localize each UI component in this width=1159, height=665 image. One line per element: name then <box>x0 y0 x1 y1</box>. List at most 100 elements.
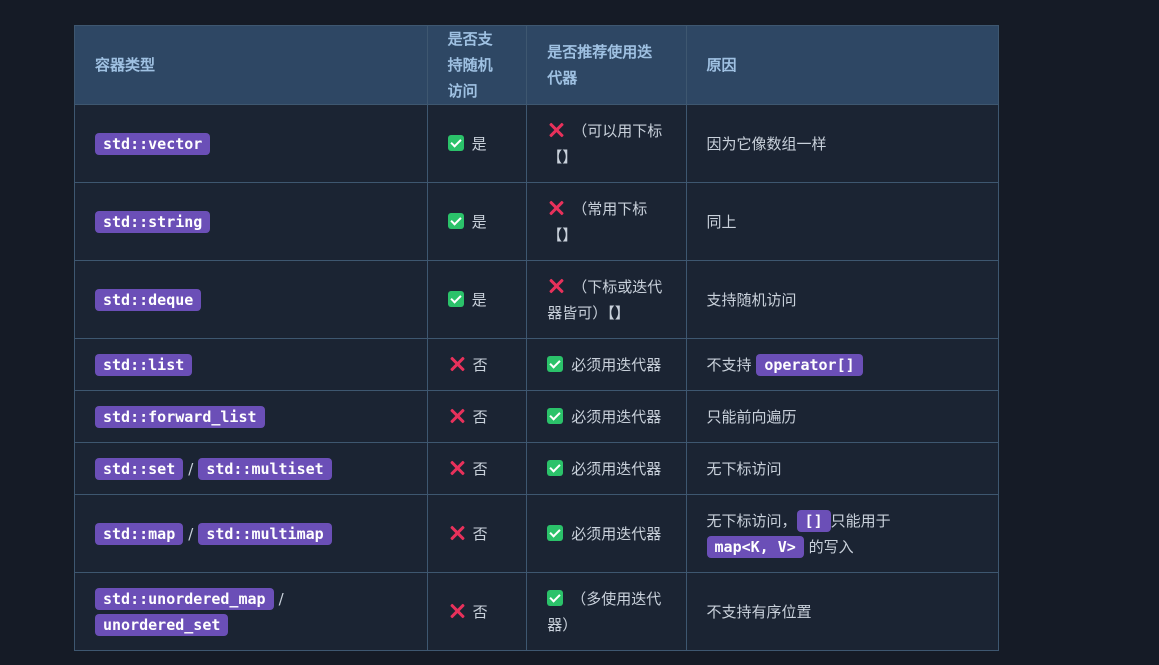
header-iterator-recommended: 是否推荐使用迭代器 <box>526 25 687 105</box>
reason-text: 不支持 <box>706 355 752 374</box>
code-operator: operator[] <box>756 354 863 376</box>
cell-reason: 因为它像数组一样 <box>685 104 1000 183</box>
code-container-name: std::deque <box>95 289 202 311</box>
cell-container-type: std::deque <box>74 260 428 339</box>
code-container-name: std::list <box>95 354 193 376</box>
table-row: std::string 是 （常用下标【】 同上 <box>74 182 1000 261</box>
cell-reason: 不支持有序位置 <box>685 572 1000 651</box>
cell-reason: 同上 <box>685 182 1000 261</box>
reason-text: 支持随机访问 <box>706 290 797 309</box>
cell-container-type: std::vector <box>74 104 428 183</box>
separator: / <box>188 459 194 478</box>
cell-iterator: 必须用迭代器 <box>526 390 687 443</box>
iterator-value: 必须用迭代器 <box>571 524 662 543</box>
reason-text: 无下标访问， <box>706 511 797 530</box>
random-access-value: 是 <box>471 134 487 153</box>
code-container-name: std::multimap <box>198 523 332 545</box>
check-box-icon <box>547 590 564 606</box>
iterator-value: 必须用迭代器 <box>571 355 662 374</box>
cell-random-access: 是 <box>426 260 528 339</box>
code-container-name: std::string <box>95 211 211 233</box>
cell-iterator: 必须用迭代器 <box>526 442 687 495</box>
cross-icon <box>448 524 466 542</box>
cross-icon <box>547 121 565 139</box>
iterator-value: （多使用迭代器） <box>547 589 662 634</box>
cell-random-access: 否 <box>426 338 528 391</box>
cell-iterator: （可以用下标【】 <box>526 104 687 183</box>
cross-icon <box>547 277 565 295</box>
cell-container-type: std::unordered_map /unordered_set <box>74 572 428 651</box>
check-box-icon <box>547 525 564 541</box>
cell-iterator: （下标或迭代器皆可）【】 <box>526 260 687 339</box>
code-map-type: map<K, V> <box>706 536 804 558</box>
table-row: std::list 否 必须用迭代器 不支持 operator[] <box>74 338 1000 391</box>
reason-text-post: 的写入 <box>808 537 854 556</box>
cell-random-access: 否 <box>426 572 528 651</box>
random-access-value: 是 <box>471 290 487 309</box>
iterator-value: 必须用迭代器 <box>571 459 662 478</box>
cell-reason: 不支持 operator[] <box>685 338 1000 391</box>
check-box-icon <box>547 460 564 476</box>
cell-container-type: std::set / std::multiset <box>74 442 428 495</box>
cell-container-type: std::forward_list <box>74 390 428 443</box>
check-box-icon <box>547 356 564 372</box>
random-access-value: 否 <box>472 459 488 478</box>
cell-reason: 无下标访问 <box>685 442 1000 495</box>
table-row: std::set / std::multiset 否 必须用迭代器 无下标访问 <box>74 442 1000 495</box>
separator: / <box>188 524 194 543</box>
code-container-name: std::map <box>95 523 184 545</box>
check-box-icon <box>447 213 464 229</box>
cross-icon <box>448 459 466 477</box>
random-access-value: 是 <box>471 212 487 231</box>
cell-reason: 支持随机访问 <box>685 260 1000 339</box>
random-access-value: 否 <box>472 524 488 543</box>
random-access-value: 否 <box>472 355 488 374</box>
code-container-name: unordered_set <box>95 614 229 636</box>
reason-text: 因为它像数组一样 <box>706 134 827 153</box>
code-container-name: std::multiset <box>198 458 332 480</box>
cell-iterator: （常用下标【】 <box>526 182 687 261</box>
table-header-row: 容器类型 是否支持随机访问 是否推荐使用迭代器 原因 <box>74 25 1000 105</box>
cell-container-type: std::string <box>74 182 428 261</box>
reason-text: 同上 <box>706 212 737 231</box>
cell-reason: 只能前向遍历 <box>685 390 1000 443</box>
reason-text: 只能前向遍历 <box>706 407 797 426</box>
cell-random-access: 否 <box>426 390 528 443</box>
cell-iterator: 必须用迭代器 <box>526 338 687 391</box>
reason-text: 无下标访问 <box>706 459 782 478</box>
table-row: std::vector 是 （可以用下标【】 因为它像数组一样 <box>74 104 1000 183</box>
cross-icon <box>448 602 466 620</box>
random-access-value: 否 <box>472 407 488 426</box>
table-row: std::forward_list 否 必须用迭代器 只能前向遍历 <box>74 390 1000 443</box>
cross-icon <box>448 407 466 425</box>
cell-reason: 无下标访问，[] 只能用于 map<K, V> 的写入 <box>685 494 1000 573</box>
code-container-name: std::forward_list <box>95 406 265 428</box>
cell-iterator: 必须用迭代器 <box>526 494 687 573</box>
header-random-access: 是否支持随机访问 <box>426 25 528 105</box>
code-container-name: std::vector <box>95 133 211 155</box>
check-box-icon <box>447 135 464 151</box>
iterator-value: 必须用迭代器 <box>571 407 662 426</box>
table-row: std::deque 是 （下标或迭代器皆可）【】 支持随机访问 <box>74 260 1000 339</box>
cross-icon <box>448 355 466 373</box>
cell-iterator: （多使用迭代器） <box>526 572 687 651</box>
cell-random-access: 是 <box>426 104 528 183</box>
table-row: std::map / std::multimap 否 必须用迭代器 无下标访问，[]… <box>74 494 1000 573</box>
cell-random-access: 是 <box>426 182 528 261</box>
header-container-type: 容器类型 <box>74 25 428 105</box>
check-box-icon <box>547 408 564 424</box>
cell-random-access: 否 <box>426 442 528 495</box>
code-subscript: [] <box>796 510 831 532</box>
reason-text-mid: 只能用于 <box>830 511 891 530</box>
cross-icon <box>547 199 565 217</box>
code-container-name: std::set <box>95 458 184 480</box>
header-reason: 原因 <box>685 25 1000 105</box>
reason-text: 不支持有序位置 <box>706 602 812 621</box>
table-row: std::unordered_map /unordered_set 否 （多使用迭… <box>74 572 1000 651</box>
code-container-name: std::unordered_map <box>95 588 274 610</box>
separator: / <box>278 589 284 608</box>
cell-random-access: 否 <box>426 494 528 573</box>
check-box-icon <box>447 291 464 307</box>
random-access-value: 否 <box>472 602 488 621</box>
table-container: 容器类型 是否支持随机访问 是否推荐使用迭代器 原因 std::vector 是… <box>74 25 1000 651</box>
